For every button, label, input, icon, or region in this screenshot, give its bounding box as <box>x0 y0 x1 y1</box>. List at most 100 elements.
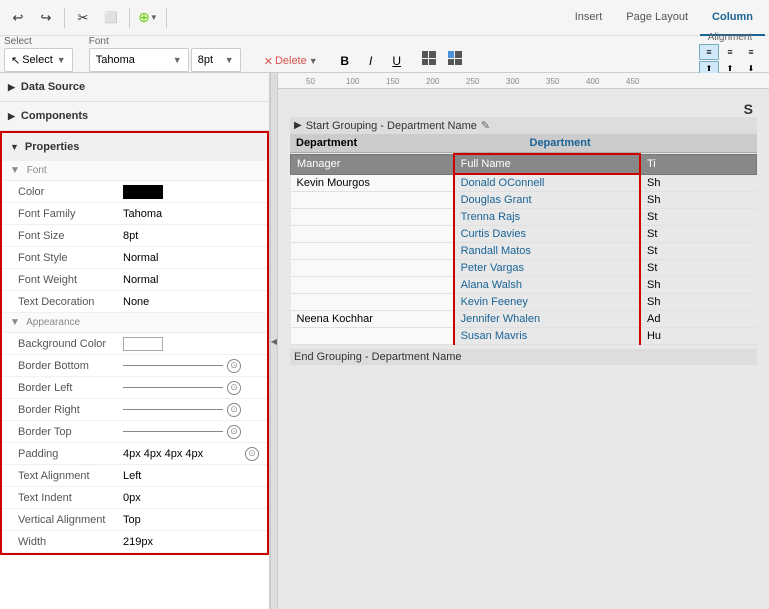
font-style-label: Font Style <box>18 252 123 264</box>
fullname-cell: Susan Mavris <box>454 328 640 345</box>
border-left-info-icon[interactable]: ⊙ <box>227 381 241 395</box>
ruler-mark-150: 150 <box>386 77 399 86</box>
panel-collapse-handle[interactable]: ◀ <box>270 73 278 609</box>
title-cell: Sh <box>640 294 757 311</box>
border-right-label: Border Right <box>18 404 123 416</box>
title-cell: St <box>640 209 757 226</box>
edit-grouping-icon[interactable]: ✎ <box>481 119 490 132</box>
grouping-triangle-icon: ▶ <box>294 120 302 131</box>
border-bottom-prop: Border Bottom ⊙ <box>2 355 267 377</box>
font-size-select[interactable]: 8pt ▼ <box>191 48 241 72</box>
select-label: Select <box>4 36 73 47</box>
data-table: Manager Full Name Ti Kevin MourgosDonald… <box>290 153 757 345</box>
col-header-title: Ti <box>640 154 757 174</box>
font-weight-prop: Font Weight Normal <box>2 269 267 291</box>
bold-button[interactable]: B <box>333 50 357 72</box>
text-align-value: Left <box>123 470 259 482</box>
width-prop: Width 219px <box>2 531 267 553</box>
align-center-button[interactable]: ≡ <box>720 44 740 60</box>
border-bottom-line <box>123 365 223 366</box>
table-row: Curtis DaviesSt <box>291 226 757 243</box>
border-top-label: Border Top <box>18 426 123 438</box>
grouping-start-header: ▶ Start Grouping - Department Name ✎ <box>290 117 757 134</box>
border-top-info-icon[interactable]: ⊙ <box>227 425 241 439</box>
font-family-value: Tahoma <box>123 208 259 220</box>
table-row: Randall MatosSt <box>291 243 757 260</box>
undo-button[interactable]: ↩ <box>4 5 32 31</box>
grouping-start-label: Start Grouping - Department Name <box>306 120 477 132</box>
font-size-prop: Font Size 8pt <box>2 225 267 247</box>
underline-button[interactable]: U <box>385 50 409 72</box>
bg-color-label: Background Color <box>18 338 123 350</box>
text-indent-label: Text Indent <box>18 492 123 504</box>
table-view-button[interactable] <box>444 47 466 69</box>
ruler-mark-100: 100 <box>346 77 359 86</box>
text-align-label: Text Alignment <box>18 470 123 482</box>
data-source-arrow-icon: ▶ <box>8 82 15 93</box>
border-bottom-info-icon[interactable]: ⊙ <box>227 359 241 373</box>
text-indent-value: 0px <box>123 492 259 504</box>
vertical-align-label: Vertical Alignment <box>18 514 123 526</box>
border-right-info-icon[interactable]: ⊙ <box>227 403 241 417</box>
border-left-line <box>123 387 223 388</box>
manager-cell <box>291 277 454 294</box>
text-align-prop: Text Alignment Left <box>2 465 267 487</box>
table-row: Douglas GrantSh <box>291 192 757 209</box>
data-source-header[interactable]: ▶ Data Source <box>0 73 269 101</box>
text-decoration-value: None <box>123 296 259 308</box>
font-family-prop: Font Family Tahoma <box>2 203 267 225</box>
padding-info-icon[interactable]: ⊙ <box>245 447 259 461</box>
ruler-mark-350: 350 <box>546 77 559 86</box>
tab-group: Insert Page Layout Column <box>563 0 765 36</box>
vertical-align-prop: Vertical Alignment Top <box>2 509 267 531</box>
delete-button[interactable]: ✕ Delete ▼ <box>257 49 325 73</box>
width-value: 219px <box>123 536 259 548</box>
align-right-button[interactable]: ≡ <box>741 44 761 60</box>
color-prop: Color <box>2 181 267 203</box>
font-style-prop: Font Style Normal <box>2 247 267 269</box>
manager-cell <box>291 328 454 345</box>
font-family-select[interactable]: Tahoma ▼ <box>89 48 189 72</box>
cut-button[interactable]: ✂ <box>69 5 97 31</box>
fullname-cell: Curtis Davies <box>454 226 640 243</box>
redo-button[interactable]: ↪ <box>32 5 60 31</box>
table-row: Kevin MourgosDonald OConnellSh <box>291 174 757 192</box>
components-arrow-icon: ▶ <box>8 111 15 122</box>
delete-label: Delete <box>275 55 307 67</box>
table-icon <box>448 51 462 65</box>
tab-column[interactable]: Column <box>700 0 765 36</box>
appearance-arrow-icon: ▼ <box>10 317 20 328</box>
font-name-value: Tahoma <box>96 54 135 66</box>
tab-page-layout[interactable]: Page Layout <box>614 0 700 36</box>
grid-view-button[interactable] <box>418 47 440 69</box>
manager-cell <box>291 294 454 311</box>
bg-color-swatch[interactable] <box>123 337 163 351</box>
title-cell: St <box>640 226 757 243</box>
title-cell: St <box>640 260 757 277</box>
grouping-end-footer: End Grouping - Department Name <box>290 349 757 365</box>
page-indicator: S <box>290 101 753 117</box>
ruler-mark-300: 300 <box>506 77 519 86</box>
manager-cell <box>291 260 454 277</box>
fullname-cell: Jennifer Whalen <box>454 311 640 328</box>
font-label: Font <box>89 36 241 47</box>
components-header[interactable]: ▶ Components <box>0 102 269 130</box>
italic-button[interactable]: I <box>359 50 383 72</box>
tab-insert[interactable]: Insert <box>563 0 615 36</box>
font-arrow-icon: ▼ <box>173 55 182 65</box>
font-size-prop-value: 8pt <box>123 230 259 242</box>
special-button[interactable]: ⊕ ▼ <box>134 5 162 31</box>
color-swatch[interactable] <box>123 185 163 199</box>
fullname-cell: Alana Walsh <box>454 277 640 294</box>
ruler-mark-450: 450 <box>626 77 639 86</box>
select-button[interactable]: ↖ Select ▼ <box>4 48 73 72</box>
align-left-button[interactable]: ≡ <box>699 44 719 60</box>
fullname-cell: Kevin Feeney <box>454 294 640 311</box>
vertical-align-value: Top <box>123 514 259 526</box>
border-right-prop: Border Right ⊙ <box>2 399 267 421</box>
dept-header-cell2: Department <box>524 134 758 152</box>
font-size-label: Font Size <box>18 230 123 242</box>
size-arrow-icon: ▼ <box>225 55 234 65</box>
properties-header[interactable]: ▼ Properties <box>2 133 267 161</box>
copy-button[interactable]: ⬜ <box>97 5 125 31</box>
